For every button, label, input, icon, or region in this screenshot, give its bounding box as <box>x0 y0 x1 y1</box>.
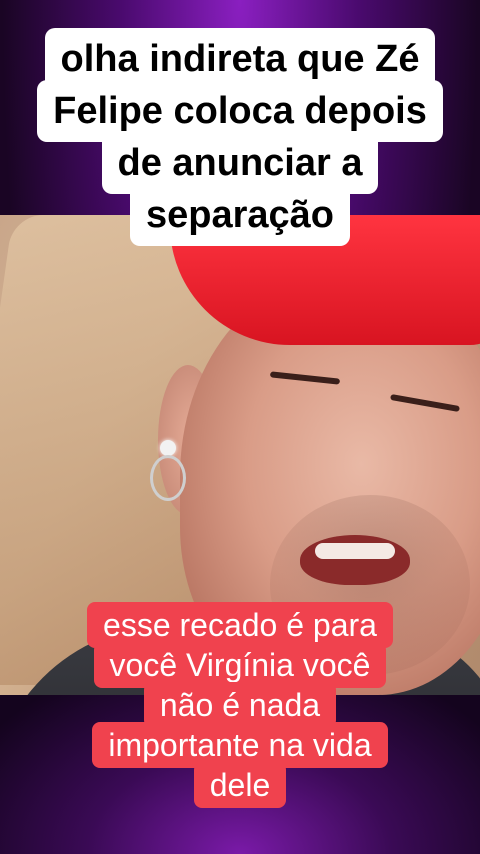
subtitle-caption: esse recado é para você Virgínia você nã… <box>0 602 480 808</box>
hoop-earring <box>150 455 186 501</box>
earring <box>160 440 176 456</box>
headline-line: separação <box>129 184 350 246</box>
subtitle-line: dele <box>193 762 287 808</box>
teeth <box>315 543 395 559</box>
headline-caption: olha indireta que Zé Felipe coloca depoi… <box>12 28 468 246</box>
